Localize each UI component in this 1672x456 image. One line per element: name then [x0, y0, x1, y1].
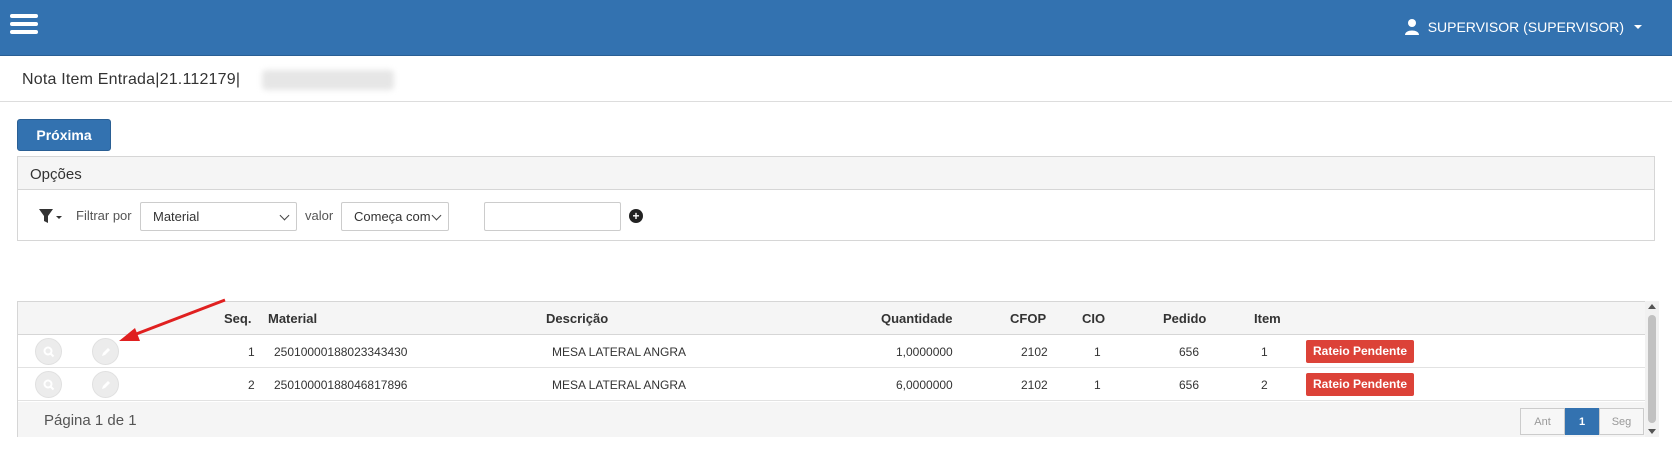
- page-info: Página 1 de 1: [44, 412, 137, 429]
- user-menu[interactable]: SUPERVISOR (SUPERVISOR): [1404, 18, 1642, 36]
- cell-material: 25010000188046817896: [274, 378, 408, 392]
- hamburger-menu-icon[interactable]: [10, 14, 38, 36]
- column-header-pedido[interactable]: Pedido: [1163, 311, 1206, 326]
- page-title: Nota Item Entrada|21.112179|: [22, 71, 241, 88]
- status-badge[interactable]: Rateio Pendente: [1306, 373, 1415, 396]
- options-panel: Opções Filtrar por Material valor Começa…: [17, 156, 1655, 241]
- table-header: Seq. Material Descrição Quantidade CFOP …: [18, 302, 1654, 335]
- scrollbar[interactable]: [1645, 301, 1659, 437]
- pagination: Ant 1 Seg: [1520, 408, 1644, 435]
- cell-quantidade: 1,0000000: [896, 345, 953, 359]
- scroll-down-icon[interactable]: [1648, 429, 1656, 434]
- table-footer: Página 1 de 1 Ant 1 Seg: [18, 402, 1654, 437]
- cell-item: 2: [1261, 378, 1268, 392]
- filter-icon[interactable]: [38, 208, 62, 225]
- filter-row: Filtrar por Material valor Começa com +: [18, 201, 1654, 231]
- page-title-bar: Nota Item Entrada|21.112179|: [0, 56, 1672, 102]
- status-badge[interactable]: Rateio Pendente: [1306, 340, 1415, 363]
- view-button[interactable]: [35, 371, 62, 398]
- table-row: 2 25010000188046817896 MESA LATERAL ANGR…: [18, 368, 1654, 401]
- cell-seq: 1: [248, 345, 255, 359]
- redacted-text: [262, 70, 394, 90]
- next-button[interactable]: Próxima: [17, 119, 111, 151]
- pencil-icon: [102, 381, 110, 389]
- caret-down-icon: [1634, 25, 1642, 29]
- cell-descricao: MESA LATERAL ANGRA: [552, 345, 687, 359]
- table-row: 1 25010000188023343430 MESA LATERAL ANGR…: [18, 335, 1654, 368]
- page-1-button[interactable]: 1: [1565, 408, 1599, 435]
- cell-cio: 1: [1094, 378, 1101, 392]
- column-header-cio[interactable]: CIO: [1082, 311, 1105, 326]
- cell-cfop: 2102: [1021, 378, 1048, 392]
- user-label: SUPERVISOR (SUPERVISOR): [1427, 19, 1624, 35]
- top-navbar: SUPERVISOR (SUPERVISOR): [0, 0, 1672, 56]
- column-header-item[interactable]: Item: [1254, 311, 1281, 326]
- scroll-up-icon[interactable]: [1648, 304, 1656, 309]
- column-header-material[interactable]: Material: [268, 311, 317, 326]
- filter-operator-value: Começa com: [354, 209, 431, 224]
- search-icon: [43, 379, 55, 391]
- chevron-down-icon: [431, 210, 442, 221]
- next-page-button[interactable]: Seg: [1599, 408, 1644, 435]
- column-header-cfop[interactable]: CFOP: [1010, 311, 1046, 326]
- filter-operator-select[interactable]: Começa com: [341, 202, 449, 231]
- column-header-descricao[interactable]: Descrição: [546, 311, 608, 326]
- filter-field-value: Material: [153, 209, 200, 224]
- filter-field-select[interactable]: Material: [140, 202, 297, 231]
- cell-material: 25010000188023343430: [274, 345, 408, 359]
- user-icon: [1404, 19, 1419, 35]
- annotation-arrow-icon: [119, 298, 226, 341]
- cell-pedido: 656: [1179, 378, 1200, 392]
- value-label: valor: [305, 208, 334, 223]
- plus-circle-icon[interactable]: +: [629, 209, 643, 223]
- items-table: Seq. Material Descrição Quantidade CFOP …: [17, 301, 1655, 437]
- cell-item: 1: [1261, 345, 1268, 359]
- cell-pedido: 656: [1179, 345, 1200, 359]
- prev-page-button[interactable]: Ant: [1520, 408, 1565, 435]
- scroll-thumb[interactable]: [1648, 315, 1656, 423]
- filter-value-input[interactable]: [484, 202, 621, 231]
- cell-seq: 2: [248, 378, 255, 392]
- search-icon: [43, 346, 55, 358]
- chevron-down-icon: [279, 210, 290, 221]
- filter-by-label: Filtrar por: [76, 208, 132, 223]
- cell-quantidade: 6,0000000: [896, 378, 953, 392]
- cell-cfop: 2102: [1021, 345, 1048, 359]
- column-header-quantidade[interactable]: Quantidade: [881, 311, 953, 326]
- cell-cio: 1: [1094, 345, 1101, 359]
- pencil-icon: [102, 348, 110, 356]
- view-button[interactable]: [35, 338, 62, 365]
- edit-button[interactable]: [92, 371, 119, 398]
- cell-descricao: MESA LATERAL ANGRA: [552, 378, 687, 392]
- options-heading: Opções: [18, 157, 1654, 190]
